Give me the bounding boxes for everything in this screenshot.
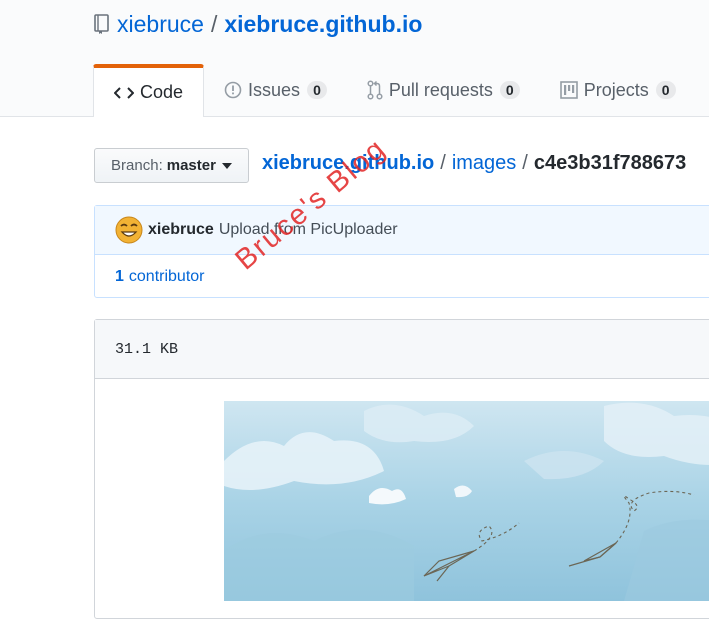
tab-issues-label: Issues xyxy=(248,79,301,100)
contributors-label: contributor xyxy=(128,268,205,285)
breadcrumb-separator: / xyxy=(440,152,446,174)
tab-pull-requests-label: Pull requests xyxy=(388,79,493,100)
branch-name: master xyxy=(166,157,216,174)
file-info-header: 31.1 KB xyxy=(95,320,709,379)
tab-issues[interactable]: Issues 0 xyxy=(204,64,347,116)
breadcrumb-file-name: c4e3b31f788673 xyxy=(533,152,687,174)
repo-name-link[interactable]: xiebruce.github.io xyxy=(224,11,422,38)
git-pull-request-icon xyxy=(367,80,383,100)
tab-code-label: Code xyxy=(140,82,184,102)
file-size: 31.1 KB xyxy=(115,340,179,358)
projects-counter: 0 xyxy=(655,81,676,99)
caret-down-icon xyxy=(221,162,232,169)
repo-title: xiebruce / xiebruce.github.io xyxy=(93,8,422,40)
tab-projects-label: Projects xyxy=(583,79,649,100)
issues-counter: 0 xyxy=(307,81,327,99)
branch-select-button[interactable]: Branch: master xyxy=(94,148,249,183)
issue-opened-icon xyxy=(224,81,242,99)
latest-commit: xiebruce Upload from PicUploader xyxy=(95,206,709,255)
contributors-link[interactable]: 1 contributor xyxy=(95,255,709,299)
project-icon xyxy=(559,81,578,99)
branch-label: Branch: xyxy=(111,157,163,174)
avatar[interactable] xyxy=(115,216,143,244)
pull-requests-counter: 0 xyxy=(499,81,520,99)
repo-separator: / xyxy=(210,10,218,37)
tab-projects[interactable]: Projects 0 xyxy=(540,64,696,116)
tab-pull-requests[interactable]: Pull requests 0 xyxy=(347,64,540,116)
repo-icon xyxy=(93,13,111,35)
breadcrumb-separator: / xyxy=(522,152,528,174)
commit-author-link[interactable]: xiebruce xyxy=(148,221,214,239)
repo-nav: Code Issues 0 Pull requests 0 Projects 0 xyxy=(93,64,696,117)
commit-message-link[interactable]: Upload from PicUploader xyxy=(219,221,398,239)
contributors-count: 1 xyxy=(115,268,124,285)
repo-header: xiebruce / xiebruce.github.io Code Issue… xyxy=(0,0,709,117)
file-breadcrumb: xiebruce.github.io / images / c4e3b31f788673 xyxy=(262,152,686,175)
breadcrumb-images-link[interactable]: images xyxy=(452,152,516,174)
commit-tease: xiebruce Upload from PicUploader 1 contr… xyxy=(94,205,709,298)
file-view: 31.1 KB xyxy=(94,319,709,619)
image-preview xyxy=(224,401,709,601)
breadcrumb-repo-link[interactable]: xiebruce.github.io xyxy=(262,152,434,174)
tab-code[interactable]: Code xyxy=(93,64,205,117)
repo-owner-link[interactable]: xiebruce xyxy=(117,11,204,38)
code-icon xyxy=(114,85,134,101)
